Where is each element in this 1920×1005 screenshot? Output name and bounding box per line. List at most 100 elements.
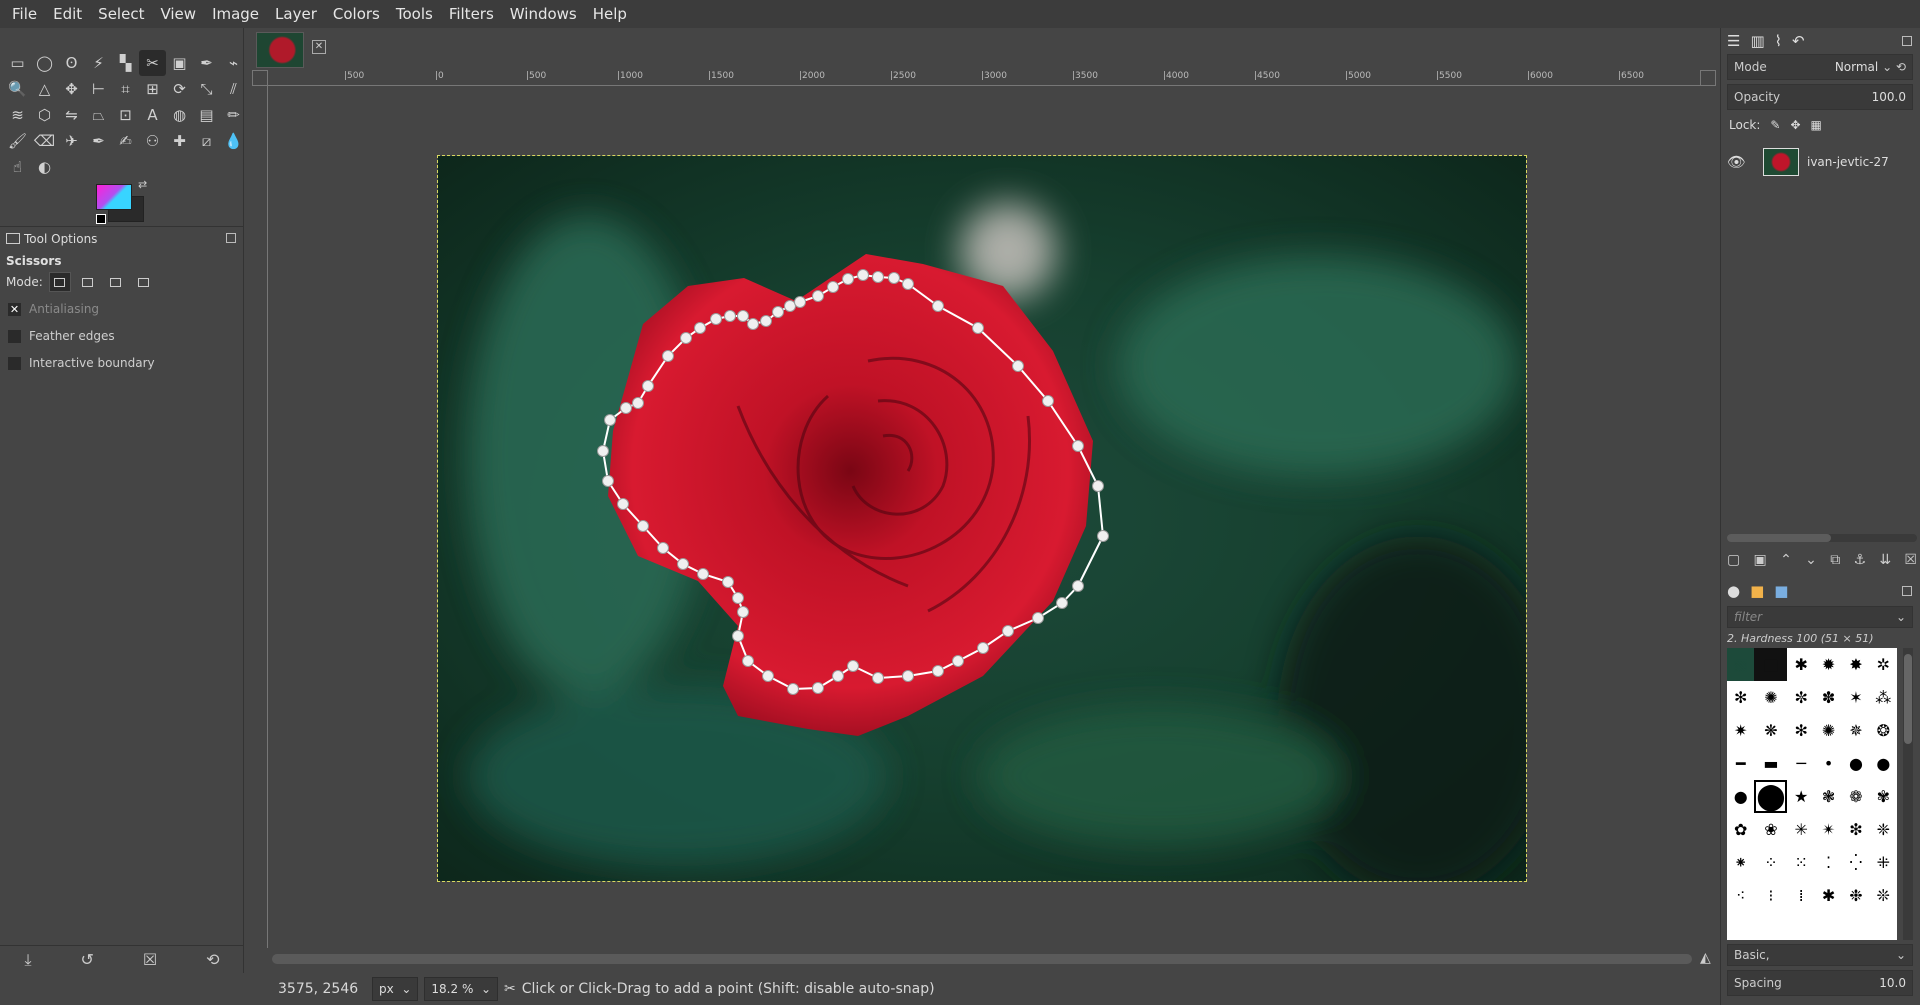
brush-thumbnail[interactable]: ⁜ xyxy=(1870,846,1897,879)
restore-options-icon[interactable]: ↺ xyxy=(80,950,93,969)
brush-thumbnail[interactable]: ✵ xyxy=(1842,714,1869,747)
brush-thumbnail[interactable]: ✶ xyxy=(1842,681,1869,714)
mode-add-button[interactable] xyxy=(77,272,99,292)
unified-transform-tool-icon[interactable]: ⊞ xyxy=(139,76,166,102)
gradient-tool-icon[interactable]: ▤ xyxy=(193,102,220,128)
brush-thumbnail[interactable]: ✻ xyxy=(1727,681,1754,714)
dock-config-icon[interactable] xyxy=(226,233,236,243)
move-tool-icon[interactable]: ✥ xyxy=(58,76,85,102)
scissors-control-point[interactable] xyxy=(1012,360,1024,372)
duplicate-layer-icon[interactable]: ⧉ xyxy=(1830,552,1840,568)
scissors-control-point[interactable] xyxy=(794,296,806,308)
scissors-control-point[interactable] xyxy=(812,290,824,302)
warp-transform-tool-icon[interactable]: ≋ xyxy=(4,102,31,128)
brush-thumbnail[interactable]: • xyxy=(1815,747,1842,780)
brush-thumbnail[interactable]: ⁝ xyxy=(1754,879,1787,912)
scissors-control-point[interactable] xyxy=(732,630,744,642)
gradients-tab-icon[interactable]: ■ xyxy=(1774,582,1788,600)
scissors-select-tool-icon[interactable]: ✂ xyxy=(139,50,166,76)
scissors-control-point[interactable] xyxy=(888,272,900,284)
bucket-fill-tool-icon[interactable]: ◍ xyxy=(166,102,193,128)
scissors-control-point[interactable] xyxy=(742,655,754,667)
dodge-burn-tool-icon[interactable]: ◐ xyxy=(31,154,58,180)
horizontal-ruler[interactable]: |500 |0 |500 |1000 |1500 |2000 |2500 |3000 |3500… xyxy=(268,70,1700,86)
heal-tool-icon[interactable]: ✚ xyxy=(166,128,193,154)
canvas-area[interactable] xyxy=(268,87,1700,948)
brush-thumbnail[interactable]: ⁙ xyxy=(1787,846,1814,879)
brush-thumbnail[interactable]: ✾ xyxy=(1870,780,1897,813)
brush-thumbnail[interactable]: ─ xyxy=(1787,747,1814,780)
raise-layer-icon[interactable]: ⌃ xyxy=(1780,552,1792,568)
brush-preset-select[interactable]: Basic, ⌄ xyxy=(1727,944,1913,966)
scissors-control-point[interactable] xyxy=(1092,480,1104,492)
brush-thumbnail[interactable]: ✻ xyxy=(1787,714,1814,747)
lock-pixels-icon[interactable]: ✎ xyxy=(1770,118,1780,132)
antialiasing-checkbox[interactable]: ✕ xyxy=(8,302,21,316)
brush-filter-input[interactable]: filter ⌄ xyxy=(1727,606,1913,628)
brush-thumbnail[interactable]: ❉ xyxy=(1842,879,1869,912)
antialiasing-option[interactable]: ✕ Antialiasing xyxy=(8,302,99,316)
brush-spacing-field[interactable]: Spacing 10.0 xyxy=(1727,970,1913,996)
scissors-control-point[interactable] xyxy=(617,498,629,510)
airbrush-tool-icon[interactable]: ✈ xyxy=(58,128,85,154)
layer-name[interactable]: ivan-jevtic-27 xyxy=(1807,155,1889,169)
scissors-control-point[interactable] xyxy=(842,273,854,285)
anchor-layer-icon[interactable]: ⚓ xyxy=(1854,552,1867,568)
swap-colors-icon[interactable]: ⇄ xyxy=(138,178,147,191)
scissors-control-point[interactable] xyxy=(872,672,884,684)
scissors-control-point[interactable] xyxy=(902,670,914,682)
menu-filters[interactable]: Filters xyxy=(441,0,502,28)
measure-tool-icon[interactable]: △ xyxy=(31,76,58,102)
scissors-control-point[interactable] xyxy=(827,281,839,293)
scissors-control-point[interactable] xyxy=(697,568,709,580)
brush-thumbnail[interactable]: ✺ xyxy=(1754,681,1787,714)
scissors-control-point[interactable] xyxy=(694,322,706,334)
brush-thumbnail[interactable]: ✺ xyxy=(1815,714,1842,747)
brush-grid[interactable]: ▧ ■ ✱ ✹ ✸ ✲ ✻ ✺ ✼ ✽ ✶ ⁂ ✷ ❋ ✻ ✺ ✵ ❂ ━ ▬ ─ • ● ● ● ⬤ ★ ❃ ❁ ✾ ✿ ❀ ✳ ✴ ❇ ❈ ⁕ ⁘ ⁙ ⁚… xyxy=(1727,648,1897,940)
paths-tab-icon[interactable]: ⌇ xyxy=(1775,32,1782,50)
brush-thumbnail[interactable]: ✷ xyxy=(1727,714,1754,747)
brush-thumbnail[interactable]: ✹ xyxy=(1815,648,1842,681)
layers-dock-config-icon[interactable] xyxy=(1902,36,1912,46)
free-select-tool-icon[interactable]: ʘ xyxy=(58,50,85,76)
brushes-tab-icon[interactable]: ● xyxy=(1727,582,1740,600)
brush-thumbnail[interactable]: ❋ xyxy=(1754,714,1787,747)
rect-select-tool-icon[interactable]: ▭ xyxy=(4,50,31,76)
menu-tools[interactable]: Tools xyxy=(388,0,441,28)
scissors-control-point[interactable] xyxy=(724,310,736,322)
scissors-control-point[interactable] xyxy=(1042,395,1054,407)
mode-subtract-button[interactable] xyxy=(105,272,127,292)
scissors-control-point[interactable] xyxy=(832,670,844,682)
brush-thumbnail[interactable]: ● xyxy=(1870,747,1897,780)
brush-thumbnail[interactable]: ━ xyxy=(1727,747,1754,780)
brush-thumbnail[interactable]: ✸ xyxy=(1842,648,1869,681)
lock-position-icon[interactable]: ✥ xyxy=(1790,118,1800,132)
brush-thumbnail[interactable]: ✱ xyxy=(1787,648,1814,681)
brush-thumbnail[interactable]: ⬤ xyxy=(1754,780,1788,813)
brush-thumbnail[interactable]: ❂ xyxy=(1870,714,1897,747)
clone-tool-icon[interactable]: ⚇ xyxy=(139,128,166,154)
brush-thumbnail[interactable]: ❊ xyxy=(1870,879,1897,912)
feather-edges-checkbox[interactable] xyxy=(8,329,21,343)
brush-thumbnail[interactable]: ❀ xyxy=(1754,813,1787,846)
interactive-boundary-option[interactable]: Interactive boundary xyxy=(8,356,155,370)
horizontal-scroll-thumb[interactable] xyxy=(272,954,1692,964)
handle-transform-tool-icon[interactable]: ⊡ xyxy=(112,102,139,128)
scissors-control-point[interactable] xyxy=(680,332,692,344)
mypaint-brush-tool-icon[interactable]: ✍ xyxy=(112,128,139,154)
scissors-control-point[interactable] xyxy=(737,606,749,618)
brush-thumbnail[interactable]: ✿ xyxy=(1727,813,1754,846)
scissors-control-point[interactable] xyxy=(620,402,632,414)
align-tool-icon[interactable]: ⊢ xyxy=(85,76,112,102)
new-layer-group-icon[interactable]: ▣ xyxy=(1754,552,1767,568)
brush-thumbnail[interactable]: ✲ xyxy=(1870,648,1897,681)
layer-row[interactable]: 👁 ivan-jevtic-27 xyxy=(1727,146,1917,178)
perspective-clone-tool-icon[interactable]: ⧄ xyxy=(193,128,220,154)
quick-mask-toggle[interactable] xyxy=(1700,70,1716,86)
save-options-icon[interactable]: ⤓ xyxy=(24,950,31,970)
smudge-tool-icon[interactable]: ☝ xyxy=(4,154,31,180)
brush-thumbnail[interactable]: ❁ xyxy=(1842,780,1869,813)
menu-view[interactable]: View xyxy=(152,0,204,28)
brush-thumbnail[interactable]: ⁘ xyxy=(1754,846,1787,879)
scissors-control-point[interactable] xyxy=(760,315,772,327)
